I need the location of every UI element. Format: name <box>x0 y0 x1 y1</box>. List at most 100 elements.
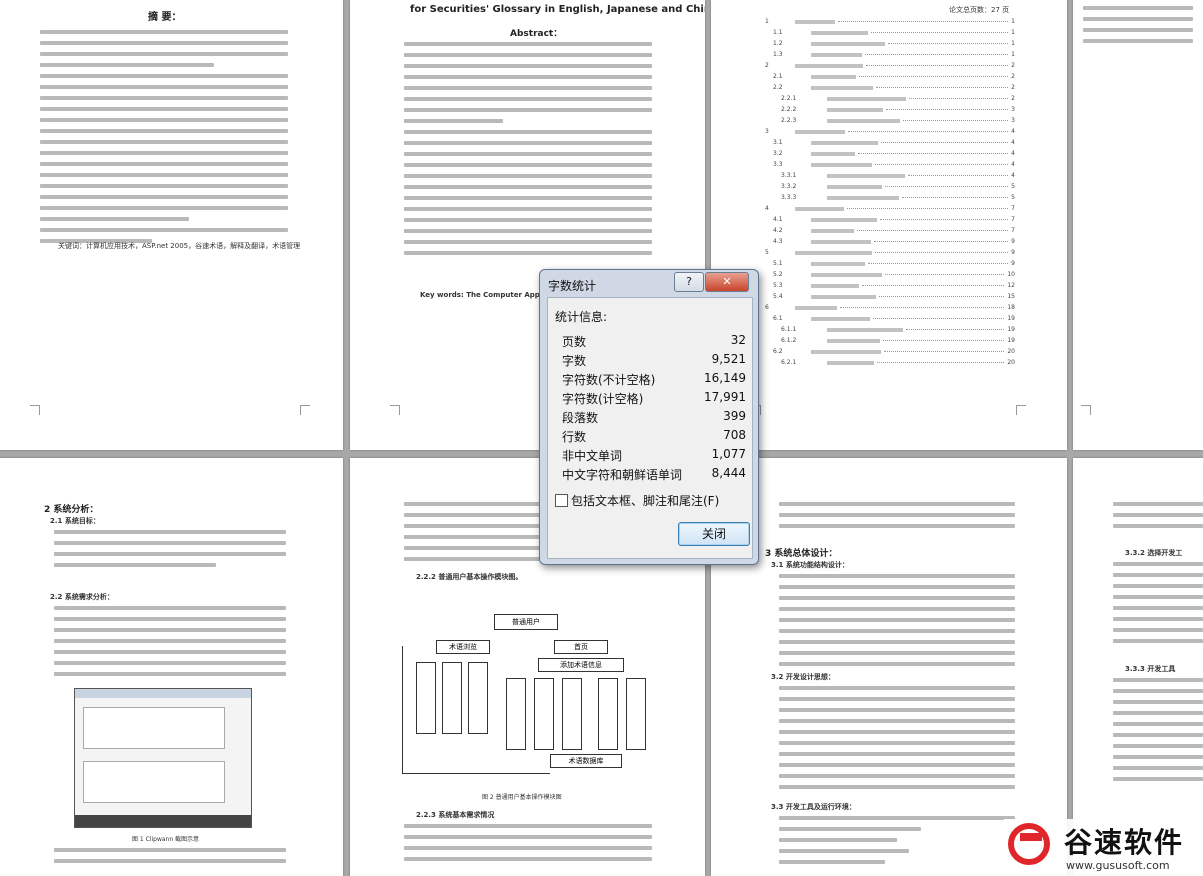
toc-row[interactable]: 59 <box>765 247 1015 258</box>
toc-row[interactable]: 22 <box>765 60 1015 71</box>
document-page-7[interactable]: 3 系统总体设计： 3.1 系统功能结构设计： 3.2 开发设计思想： 3.3 … <box>711 458 1067 876</box>
figure-caption: 图 1 Clipwann 截图示意 <box>132 836 200 843</box>
toc-page: 1 <box>1011 29 1015 36</box>
keywords: 关键词：计算机应用技术，ASP.net 2005，谷速术语，解释及翻译，术语管理 <box>58 242 301 250</box>
toc-row[interactable]: 5.2 10 <box>765 269 1015 280</box>
subsection-heading: 3.3.2 选择开发工 <box>1125 549 1183 557</box>
toc-page: 20 <box>1007 348 1015 355</box>
toc-row[interactable]: 1.1 1 <box>765 27 1015 38</box>
toc-number: 5.2 <box>773 271 783 278</box>
text-block <box>1113 562 1203 650</box>
toc-row[interactable]: 3.3.1 4 <box>765 170 1015 181</box>
section-heading: 2 系统分析： <box>44 505 99 515</box>
document-page-1[interactable]: 摘 要： 关键词：计算机应用技术，ASP.net 2005，谷速术语，解释及翻译… <box>0 0 343 450</box>
document-page-5[interactable]: 2 系统分析： 2.1 系统目标： 2.2 系统需求分析： 图 1 Clipwa… <box>0 458 343 876</box>
toc-page: 9 <box>1011 249 1015 256</box>
toc-row[interactable]: 3.3 4 <box>765 159 1015 170</box>
word-count-dialog: 字数统计 ? ✕ 统计信息: 页数 32 字数 9,521 字符数(不计空格) 16,… <box>539 269 759 565</box>
toc-page: 9 <box>1011 260 1015 267</box>
toc-row[interactable]: 4.1 7 <box>765 214 1015 225</box>
toc-row[interactable]: 4.3 9 <box>765 236 1015 247</box>
toc-row[interactable]: 47 <box>765 203 1015 214</box>
toc-page: 4 <box>1011 128 1015 135</box>
toc-number: 6 <box>765 304 769 311</box>
toc-number: 3.3.3 <box>781 194 797 201</box>
subsection-heading: 3.1 系统功能结构设计： <box>771 561 849 569</box>
stat-row: 字符数(计空格) 17,991 <box>562 390 746 406</box>
toc-number: 5 <box>765 249 769 256</box>
toc-row[interactable]: 2.2.3 3 <box>765 115 1015 126</box>
text-block <box>779 574 1015 673</box>
toc-row[interactable]: 6.1 19 <box>765 313 1015 324</box>
toc-page: 3 <box>1011 106 1015 113</box>
toc-row[interactable]: 2.2.2 3 <box>765 104 1015 115</box>
toc-page: 3 <box>1011 117 1015 124</box>
toc-row[interactable]: 2.2 2 <box>765 82 1015 93</box>
text-block <box>54 606 286 683</box>
toc-row[interactable]: 4.2 7 <box>765 225 1015 236</box>
toc-row[interactable]: 6 18 <box>765 302 1015 313</box>
toc-row[interactable]: 3.3.3 5 <box>765 192 1015 203</box>
dialog-title: 字数统计 <box>548 279 597 293</box>
toc-row[interactable]: 5.1 9 <box>765 258 1015 269</box>
toc-number: 6.2.1 <box>781 359 797 366</box>
toc-number: 3.3.2 <box>781 183 797 190</box>
toc-page: 7 <box>1011 227 1015 234</box>
toc-row[interactable]: 3.3.2 5 <box>765 181 1015 192</box>
toc-page: 7 <box>1011 216 1015 223</box>
toc-row[interactable]: 11 <box>765 16 1015 27</box>
toc-row[interactable]: 6.2.1 20 <box>765 357 1015 368</box>
toc-row[interactable]: 2.1 2 <box>765 71 1015 82</box>
document-page-8[interactable]: 3.3.2 选择开发工 3.3.3 开发工具 <box>1073 458 1203 876</box>
stat-row: 段落数 399 <box>562 409 746 425</box>
include-footnotes-label[interactable]: 包括文本框、脚注和尾注(F) <box>571 492 719 509</box>
toc-page: 12 <box>1007 282 1015 289</box>
brand-logo-icon <box>1008 823 1050 865</box>
toc-number: 1.1 <box>773 29 783 36</box>
subsection-heading: 2.2.2 普通用户基本操作模块图。 <box>416 573 523 581</box>
toc-number: 6.1.2 <box>781 337 797 344</box>
toc-row[interactable]: 6.1.2 19 <box>765 335 1015 346</box>
toc-row[interactable]: 1.2 1 <box>765 38 1015 49</box>
page-header: 论文总页数：27 页 <box>949 6 1010 14</box>
toc-page: 2 <box>1011 95 1015 102</box>
toc-row[interactable]: 5.3 12 <box>765 280 1015 291</box>
toc-number: 3 <box>765 128 769 135</box>
toc-number: 4.2 <box>773 227 783 234</box>
toc-number: 3.3.1 <box>781 172 797 179</box>
toc-row[interactable]: 6.1.1 19 <box>765 324 1015 335</box>
toc-row[interactable]: 3.1 4 <box>765 137 1015 148</box>
subsection-heading: 2.1 系统目标： <box>50 517 100 525</box>
toc-number: 6.1 <box>773 315 783 322</box>
close-x-button[interactable]: ✕ <box>705 272 749 292</box>
table-of-contents: 1 1 1.1 1 1.2 1 1.3 1 2 2 2.1 2 2.2 2 2.2.1 2 2.2.2 3 2.2.… <box>765 16 1015 368</box>
toc-row[interactable]: 34 <box>765 126 1015 137</box>
toc-row[interactable]: 3.2 4 <box>765 148 1015 159</box>
diagram-node-mid: 添加术语信息 <box>538 658 624 672</box>
close-button[interactable]: 关闭 <box>678 522 750 546</box>
toc-row[interactable]: 6.2 20 <box>765 346 1015 357</box>
toc-row[interactable]: 2.2.1 2 <box>765 93 1015 104</box>
subsection-heading: 2.2.3 系统基本需求情况 <box>416 811 495 819</box>
toc-page: 4 <box>1011 139 1015 146</box>
document-page-toc[interactable]: 论文总页数：27 页 1 1 1.1 1 1.2 1 1.3 1 2 2 2.1 2 2.2 2 2.2.1… <box>711 0 1067 450</box>
help-button[interactable]: ? <box>674 272 704 292</box>
toc-number: 2.2.2 <box>781 106 797 113</box>
document-page-4[interactable] <box>1073 0 1203 450</box>
toc-page: 2 <box>1011 62 1015 69</box>
toc-page: 15 <box>1007 293 1015 300</box>
toc-number: 2.2.1 <box>781 95 797 102</box>
text-block <box>404 42 652 262</box>
figure-caption: 图 2 普通用户基本操作模块图 <box>482 794 562 801</box>
text-block <box>54 530 286 574</box>
toc-row[interactable]: 1.3 1 <box>765 49 1015 60</box>
toc-page: 10 <box>1007 271 1015 278</box>
toc-number: 3.2 <box>773 150 783 157</box>
toc-row[interactable]: 5.4 15 <box>765 291 1015 302</box>
text-block <box>1113 678 1203 788</box>
toc-number: 1.3 <box>773 51 783 58</box>
toc-number: 1.2 <box>773 40 783 47</box>
include-footnotes-checkbox[interactable] <box>555 494 568 507</box>
diagram-node-db: 术语数据库 <box>550 754 622 768</box>
toc-page: 2 <box>1011 84 1015 91</box>
